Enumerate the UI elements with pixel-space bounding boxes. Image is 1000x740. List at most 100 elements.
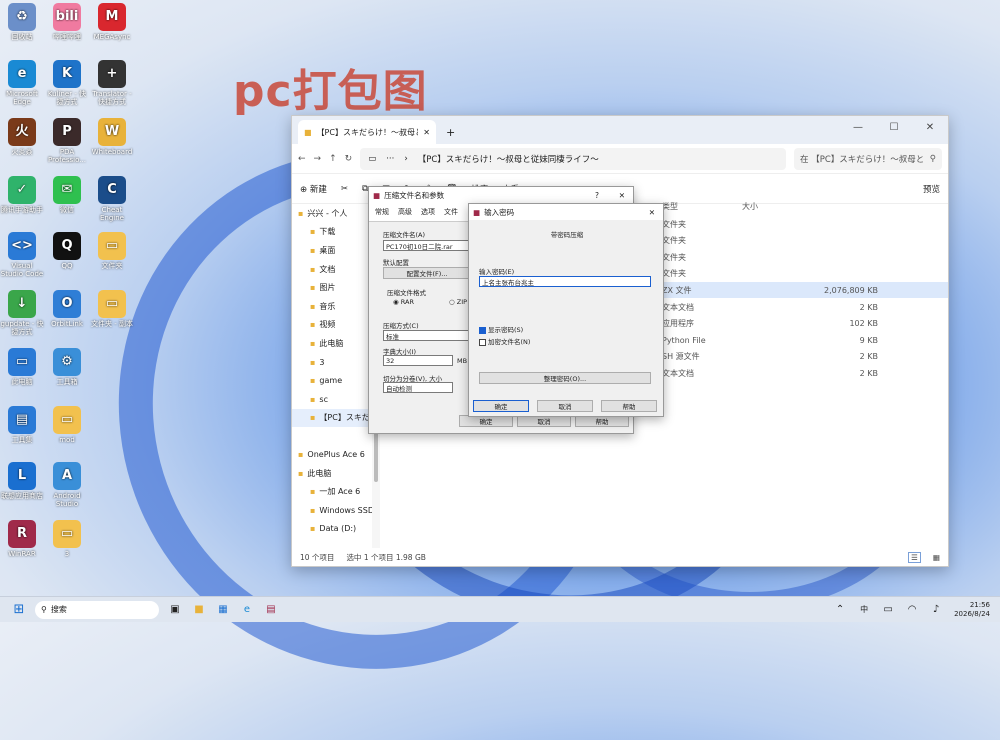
nav-item[interactable]: ▪ 此电脑 bbox=[292, 334, 372, 353]
profiles-button[interactable]: 配置文件(F)... bbox=[383, 267, 471, 279]
type-column-header[interactable]: 类型 bbox=[662, 201, 678, 212]
file-explorer-icon[interactable]: ■ bbox=[190, 601, 208, 619]
nav-item[interactable]: ▪ 兴兴 - 个人 bbox=[292, 204, 372, 223]
clock[interactable]: 21:56 2026/8/24 bbox=[954, 601, 990, 619]
tab-general[interactable]: 常规 bbox=[375, 207, 389, 217]
nav-item[interactable]: ▪ sc bbox=[292, 390, 372, 409]
desktop-icon[interactable]: ♻ 回收站 bbox=[0, 3, 44, 41]
address-bar[interactable]: ▭ ··· › 【PC】スキだらけ！～叔母と従妹同棲ライフ～ bbox=[360, 147, 786, 170]
new-button[interactable]: ⊕ 新建 bbox=[300, 183, 327, 195]
nav-item[interactable]: ▪ Windows SSD bbox=[292, 501, 372, 520]
desktop-icon[interactable]: e Microsoft Edge bbox=[0, 60, 44, 106]
close-tab-icon[interactable]: ✕ bbox=[423, 128, 430, 137]
desktop-icon[interactable]: O OrbitLink bbox=[45, 290, 89, 328]
tab-advanced[interactable]: 高级 bbox=[398, 207, 412, 217]
tab-options[interactable]: 选项 bbox=[421, 207, 435, 217]
desktop-icon[interactable]: ▭ 3 bbox=[45, 520, 89, 558]
password-field[interactable]: 上名主张布台兆主 bbox=[479, 276, 651, 287]
winrar-taskbar-icon[interactable]: ▤ bbox=[262, 601, 280, 619]
start-icon[interactable]: ⊞ bbox=[10, 601, 28, 619]
nav-item[interactable]: ▪ 文档 bbox=[292, 260, 372, 279]
dictionary-select[interactable]: 32 bbox=[383, 355, 453, 366]
desktop-icon[interactable]: C Cheat Engine bbox=[90, 176, 134, 222]
nav-item[interactable]: ▪【PC】スキだら bbox=[292, 408, 372, 428]
close-button[interactable]: ✕ bbox=[912, 116, 948, 138]
show-password-checkbox[interactable]: 显示密码(S) bbox=[479, 324, 523, 334]
battery-icon[interactable]: ▭ bbox=[879, 601, 897, 619]
password-ok-button[interactable]: 确定 bbox=[473, 400, 529, 412]
minimize-button[interactable]: — bbox=[840, 116, 876, 138]
tab-files[interactable]: 文件 bbox=[444, 207, 458, 217]
details-view-icon[interactable]: ☰ bbox=[908, 551, 921, 563]
volume-icon[interactable]: ♪ bbox=[927, 601, 945, 619]
nav-item[interactable]: ▪ Data (D:) bbox=[292, 520, 372, 539]
dialog-help-icon[interactable]: ? bbox=[595, 191, 599, 200]
tiles-view-icon[interactable]: ▦ bbox=[933, 553, 940, 562]
password-help-button[interactable]: 帮助 bbox=[601, 400, 657, 412]
desktop-icon[interactable]: M MEGAsync bbox=[90, 3, 134, 41]
nav-item[interactable]: ▪ OnePlus Ace 6 bbox=[292, 445, 372, 464]
desktop-icon[interactable]: Q QQ bbox=[45, 232, 89, 270]
desktop-icon[interactable]: ⚙ 工具箱 bbox=[45, 348, 89, 386]
rar-label: RAR bbox=[400, 298, 414, 306]
back-arrow-icon[interactable]: ← bbox=[298, 154, 306, 164]
desktop-icon[interactable]: ✉ 微信 bbox=[45, 176, 89, 214]
password-dialog-title: 输入密码 bbox=[484, 207, 515, 217]
nav-item[interactable]: ▪ 3 bbox=[292, 353, 372, 372]
refresh-icon[interactable]: ↻ bbox=[345, 154, 353, 164]
desktop-icon[interactable]: ↓ gupdate - 快捷方式 bbox=[0, 290, 44, 336]
store-icon[interactable]: ▦ bbox=[214, 601, 232, 619]
cut-icon[interactable]: ✂ bbox=[341, 184, 348, 194]
encrypt-names-checkbox[interactable]: 加密文件名(N) bbox=[479, 336, 530, 346]
wifi-icon[interactable]: ◠ bbox=[903, 601, 921, 619]
dictionary-unit: MB bbox=[457, 357, 468, 365]
desktop-icon[interactable]: ▭ 文件夹 - 副本 bbox=[90, 290, 134, 328]
tray-chevron-icon[interactable]: ⌃ bbox=[831, 601, 849, 619]
nav-item[interactable]: ▪ 视频 bbox=[292, 316, 372, 335]
desktop-icon[interactable]: <> Visual Studio Code bbox=[0, 232, 44, 278]
nav-item[interactable]: ▪ 一加 Ace 6 bbox=[292, 482, 372, 501]
desktop-icon[interactable]: R WinRAR bbox=[0, 520, 44, 558]
size-column-header[interactable]: 大小 bbox=[742, 201, 858, 212]
organize-passwords-button[interactable]: 整理密码(O)... bbox=[479, 372, 651, 384]
explorer-tab[interactable]: ■ 【PC】スキだらけ！～叔母と ✕ bbox=[298, 120, 436, 144]
nav-item[interactable]: ▪ game bbox=[292, 371, 372, 390]
password-close-icon[interactable]: ✕ bbox=[649, 208, 655, 217]
nav-item[interactable]: ▪ 音乐 bbox=[292, 297, 372, 316]
forward-arrow-icon[interactable]: → bbox=[314, 154, 322, 164]
taskbar-search[interactable]: ⚲ 搜索 bbox=[35, 600, 159, 619]
nav-item[interactable]: ▪ 图片 bbox=[292, 278, 372, 297]
split-select[interactable]: 自动检测 bbox=[383, 382, 453, 393]
add-tab-button[interactable]: + bbox=[436, 126, 455, 144]
desktop-icon[interactable]: 火火炎焱 bbox=[0, 118, 44, 156]
desktop-icon[interactable]: W Whiteboard bbox=[90, 118, 134, 156]
desktop-icon[interactable]: L 联想应用商店 bbox=[0, 462, 44, 500]
format-rar-radio[interactable]: ◉ RAR bbox=[393, 298, 414, 306]
preview-button[interactable]: 预览 bbox=[923, 183, 940, 195]
desktop-icon[interactable]: ▭ mod bbox=[45, 406, 89, 444]
desktop-icon[interactable]: ▭ 文件夹 bbox=[90, 232, 134, 270]
nav-item[interactable]: ▪ 桌面 bbox=[292, 241, 372, 260]
ime-indicator[interactable]: 中 bbox=[855, 601, 873, 619]
password-cancel-button[interactable]: 取消 bbox=[537, 400, 593, 412]
dialog-close-icon[interactable]: ✕ bbox=[619, 191, 625, 200]
desktop-icon[interactable]: K Kuliner - 快捷方式 bbox=[45, 60, 89, 106]
address-overflow[interactable]: ··· bbox=[386, 154, 394, 164]
nav-item[interactable]: ▪ 下载 bbox=[292, 223, 372, 242]
method-select[interactable]: 标准 bbox=[383, 330, 471, 341]
search-box[interactable]: 在 【PC】スキだらけ！～叔母と ⚲ bbox=[794, 147, 942, 170]
desktop-icon[interactable]: ✓ 腾讯手游助手 bbox=[0, 176, 44, 214]
format-zip-radio[interactable]: ○ ZIP bbox=[449, 298, 467, 306]
up-arrow-icon[interactable]: ↑ bbox=[329, 154, 337, 164]
desktop-icon[interactable]: P PDA Professio... bbox=[45, 118, 89, 164]
desktop-icon[interactable]: A Android Studio bbox=[45, 462, 89, 508]
archive-name-field[interactable]: PC170初10日二院.rar bbox=[383, 240, 471, 251]
desktop-icon[interactable]: bili 哔哩哔哩 bbox=[45, 3, 89, 41]
desktop-icon[interactable]: ▤ 工具集 bbox=[0, 406, 44, 444]
nav-item[interactable]: ▪ 此电脑 bbox=[292, 464, 372, 483]
edge-icon[interactable]: e bbox=[238, 601, 256, 619]
desktop-icon[interactable]: + Translator - 快捷方式 bbox=[90, 60, 134, 106]
maximize-button[interactable]: ☐ bbox=[876, 116, 912, 138]
task-view-icon[interactable]: ▣ bbox=[166, 601, 184, 619]
desktop-icon[interactable]: ▭ 此电脑 bbox=[0, 348, 44, 386]
